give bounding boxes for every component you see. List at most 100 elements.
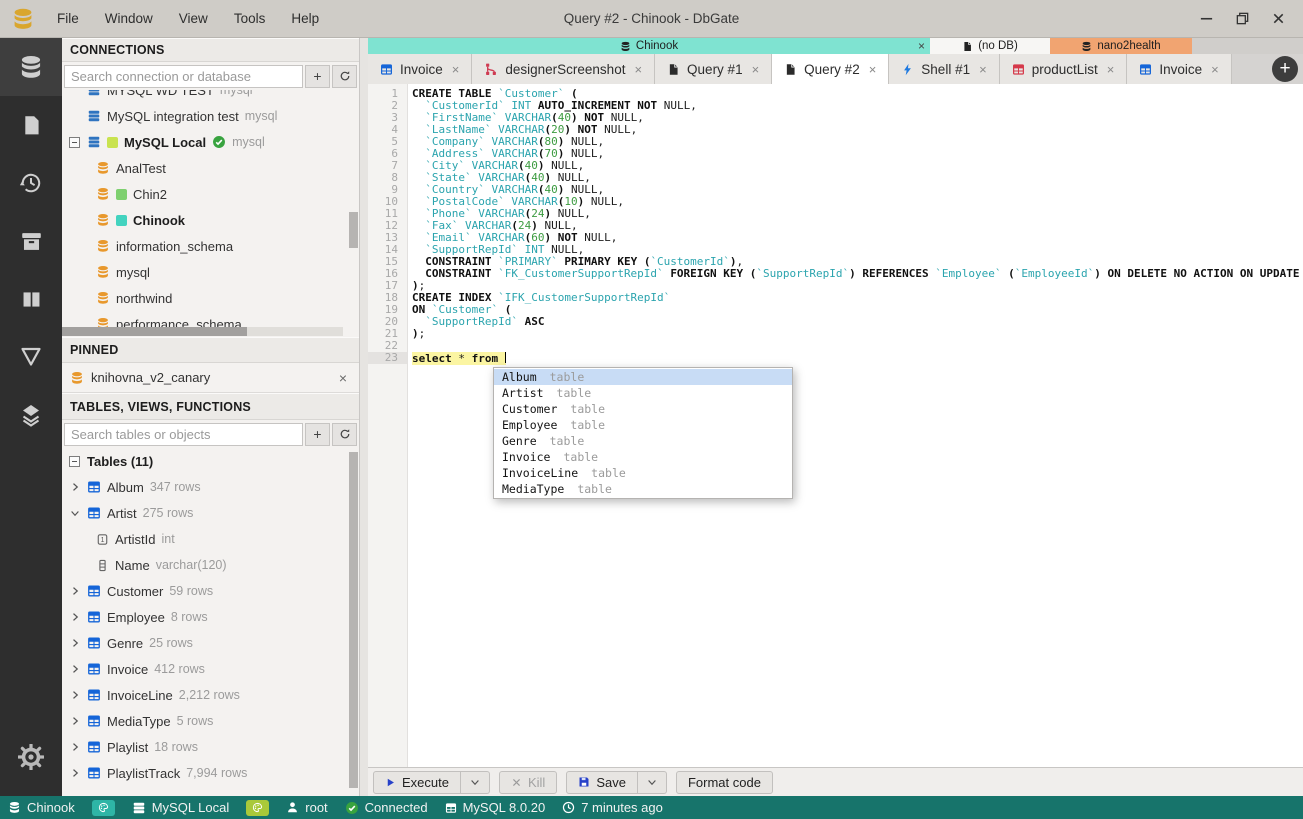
tab-designerscreenshot[interactable]: designerScreenshot × — [472, 54, 656, 84]
status-color-badge[interactable] — [91, 799, 115, 816]
database-row-chinook[interactable]: Chinook — [62, 207, 359, 233]
rail-item-archive[interactable] — [0, 212, 62, 270]
table-row-artist[interactable]: Artist 275 rows — [62, 500, 359, 526]
status-color-badge[interactable] — [246, 799, 270, 816]
autocomplete-item-invoiceline[interactable]: InvoiceLine table — [494, 465, 792, 481]
collapse-toggle[interactable] — [69, 136, 80, 148]
panel-splitter[interactable] — [360, 38, 368, 796]
expand-chevron[interactable] — [68, 663, 81, 675]
expand-chevron[interactable] — [68, 689, 81, 701]
settings-button[interactable] — [0, 728, 62, 786]
autocomplete-item-genre[interactable]: Genre table — [494, 433, 792, 449]
unpin-button[interactable]: × — [335, 370, 351, 386]
expand-chevron[interactable] — [68, 637, 81, 649]
save-button[interactable]: Save — [566, 770, 638, 794]
tab-invoice[interactable]: Invoice × — [368, 54, 473, 84]
close-tab-icon[interactable]: × — [869, 62, 877, 77]
rail-item-connections[interactable] — [0, 38, 62, 96]
table-row-album[interactable]: Album 347 rows — [62, 474, 359, 500]
filter-icon — [18, 344, 44, 370]
tab-group-header-no-db[interactable]: (no DB) — [930, 38, 1050, 54]
tab-group-header-chinook[interactable]: Chinook × — [368, 38, 930, 54]
autocomplete-item-customer[interactable]: Customer table — [494, 401, 792, 417]
connections-scrollbar[interactable] — [349, 212, 358, 248]
rail-item-history[interactable] — [0, 154, 62, 212]
horizontal-scrollbar[interactable] — [62, 327, 343, 336]
menu-item-view[interactable]: View — [166, 11, 221, 26]
expand-chevron[interactable] — [68, 481, 81, 493]
execute-dropdown-button[interactable] — [460, 770, 490, 794]
expand-chevron[interactable] — [68, 715, 81, 727]
connection-row-mysql-wd-test[interactable]: MYSQL WD TEST mysql — [62, 90, 359, 103]
expand-chevron[interactable] — [68, 741, 81, 753]
table-row-employee[interactable]: Employee 8 rows — [62, 604, 359, 630]
table-row-playlist[interactable]: Playlist 18 rows — [62, 734, 359, 760]
menu-item-file[interactable]: File — [44, 11, 92, 26]
autocomplete-item-album[interactable]: Album table — [494, 369, 792, 385]
close-tab-icon[interactable]: × — [1211, 62, 1219, 77]
autocomplete-item-employee[interactable]: Employee table — [494, 417, 792, 433]
tab-invoice[interactable]: Invoice × — [1127, 54, 1232, 84]
database-row-information-schema[interactable]: information_schema — [62, 233, 359, 259]
add-connection-button[interactable]: + — [305, 64, 330, 88]
table-row-customer[interactable]: Customer 59 rows — [62, 578, 359, 604]
add-table-button[interactable]: + — [305, 422, 330, 446]
kill-button[interactable]: Kill — [498, 770, 558, 794]
table-row-invoiceline[interactable]: InvoiceLine 2,212 rows — [62, 682, 359, 708]
close-tab-icon[interactable]: × — [634, 62, 642, 77]
rail-item-files[interactable] — [0, 96, 62, 154]
close-tab-icon[interactable]: × — [1107, 62, 1115, 77]
expand-chevron[interactable] — [68, 611, 81, 623]
connection-row-mysql-integration-test[interactable]: MySQL integration test mysql — [62, 103, 359, 129]
close-tab-icon[interactable]: × — [979, 62, 987, 77]
collapse-toggle[interactable] — [69, 455, 80, 467]
tab-query-2[interactable]: Query #2 × — [772, 54, 890, 84]
autocomplete-item-invoice[interactable]: Invoice table — [494, 449, 792, 465]
connection-row-mysql-local[interactable]: MySQL Local mysql — [62, 129, 359, 155]
menu-item-tools[interactable]: Tools — [221, 11, 279, 26]
restore-button[interactable] — [1229, 6, 1255, 32]
close-button[interactable] — [1265, 6, 1291, 32]
format-code-button[interactable]: Format code — [675, 770, 773, 794]
close-group-icon[interactable]: × — [918, 38, 925, 54]
database-row-analtest[interactable]: AnalTest — [62, 155, 359, 181]
close-tab-icon[interactable]: × — [752, 62, 760, 77]
menu-item-window[interactable]: Window — [92, 11, 166, 26]
tab-group-header-nano2health[interactable]: nano2health — [1050, 38, 1192, 54]
minimize-button[interactable] — [1193, 6, 1219, 32]
table-row-invoice[interactable]: Invoice 412 rows — [62, 656, 359, 682]
tables-group-row[interactable]: Tables (11) — [62, 448, 359, 474]
expand-chevron[interactable] — [68, 507, 81, 519]
table-row-genre[interactable]: Genre 25 rows — [62, 630, 359, 656]
refresh-tables-button[interactable] — [332, 422, 357, 446]
rail-item-favorites[interactable] — [0, 270, 62, 328]
database-row-northwind[interactable]: northwind — [62, 285, 359, 311]
rail-item-filter[interactable] — [0, 328, 62, 386]
autocomplete-item-artist[interactable]: Artist table — [494, 385, 792, 401]
tab-productlist[interactable]: productList × — [999, 54, 1128, 84]
database-row-chin2[interactable]: Chin2 — [62, 181, 359, 207]
column-row-name[interactable]: Name varchar(120) — [62, 552, 359, 578]
scrollbar-thumb[interactable] — [62, 327, 247, 336]
autocomplete-item-mediatype[interactable]: MediaType table — [494, 481, 792, 497]
rail-item-layers[interactable] — [0, 386, 62, 444]
refresh-connections-button[interactable] — [332, 64, 357, 88]
table-row-mediatype[interactable]: MediaType 5 rows — [62, 708, 359, 734]
tab-shell-1[interactable]: Shell #1 × — [889, 54, 1000, 84]
close-tab-icon[interactable]: × — [452, 62, 460, 77]
connections-search-input[interactable] — [64, 64, 303, 88]
tables-search-input[interactable] — [64, 422, 303, 446]
tab-query-1[interactable]: Query #1 × — [655, 54, 773, 84]
database-row-mysql[interactable]: mysql — [62, 259, 359, 285]
expand-chevron[interactable] — [68, 767, 81, 779]
new-tab-button[interactable]: + — [1272, 56, 1298, 82]
save-dropdown-button[interactable] — [637, 770, 667, 794]
table-row-playlisttrack[interactable]: PlaylistTrack 7,994 rows — [62, 760, 359, 786]
execute-button[interactable]: Execute — [373, 770, 461, 794]
sql-editor[interactable]: 1 2 3 4 5 6 7 8 9 10 11 12 13 14 15 16 17 18 19 20 21 22 23 CR… — [368, 84, 1303, 767]
menu-item-help[interactable]: Help — [278, 11, 332, 26]
tables-scrollbar[interactable] — [349, 452, 358, 788]
column-row-artistid[interactable]: 1 ArtistId int — [62, 526, 359, 552]
expand-chevron[interactable] — [68, 585, 81, 597]
pinned-item-knihovna-v2-canary[interactable]: knihovna_v2_canary × — [62, 363, 359, 393]
